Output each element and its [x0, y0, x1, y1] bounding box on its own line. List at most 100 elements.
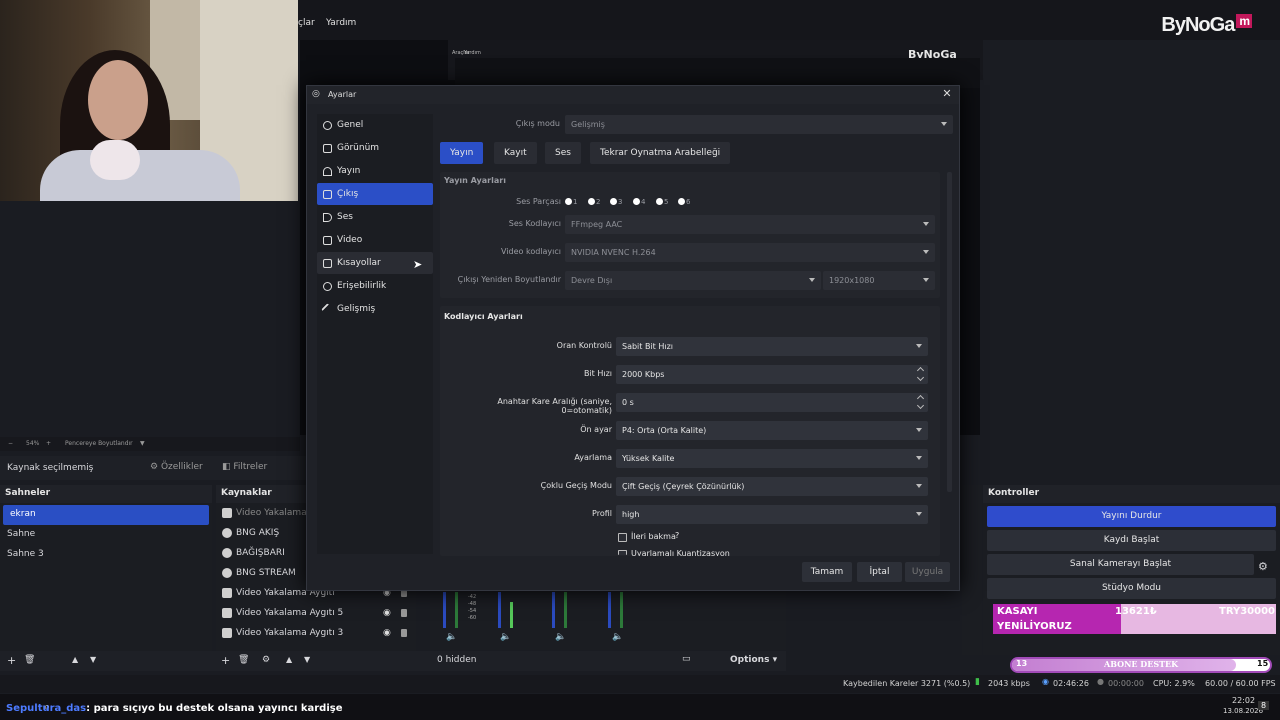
- chevron-down-icon[interactable]: ▼: [140, 440, 145, 447]
- ok-button[interactable]: Tamam: [802, 562, 852, 582]
- scene-item[interactable]: Sahne 3: [0, 545, 212, 565]
- profile-select[interactable]: high: [616, 505, 928, 524]
- rate-control-label: Oran Kontrolü: [556, 341, 612, 350]
- tab-audio[interactable]: Ses: [545, 142, 581, 164]
- close-icon[interactable]: ✕: [939, 87, 955, 103]
- menu-tools[interactable]: çlar: [298, 18, 315, 28]
- speaker-icon[interactable]: 🔈: [612, 632, 623, 642]
- down-icon[interactable]: ▼: [304, 655, 310, 664]
- source-item[interactable]: Video Yakalama Aygıtı 3 ◉: [216, 624, 416, 644]
- eye-icon[interactable]: ◉: [383, 628, 391, 638]
- aq-label: Uyarlamalı Kuantizasyon: [631, 549, 730, 556]
- down-icon[interactable]: ▼: [90, 655, 96, 664]
- nav-video[interactable]: Video: [317, 229, 433, 251]
- apply-button[interactable]: Uygula: [905, 562, 950, 582]
- menu-help[interactable]: Yardım: [326, 18, 356, 28]
- rescale-resolution-value: 1920x1080: [829, 276, 875, 285]
- lock-icon[interactable]: [401, 629, 407, 637]
- nav-output[interactable]: Çıkış: [317, 183, 433, 205]
- panel-footer: + 🗑 ▲ ▼ + 🗑 ⚙ ▲ ▼: [0, 651, 430, 671]
- filters-button[interactable]: ◧ Filtreler: [222, 462, 267, 472]
- layout-icon[interactable]: ▭: [682, 654, 691, 664]
- scene-item[interactable]: ekran: [3, 505, 209, 525]
- logo-mark: m: [1236, 14, 1252, 28]
- add-icon[interactable]: +: [221, 654, 230, 667]
- bitrate-spinbox[interactable]: 2000 Kbps: [616, 365, 928, 384]
- gear-icon[interactable]: ⚙: [262, 655, 270, 665]
- speaker-icon[interactable]: 🔈: [555, 632, 566, 642]
- options-button[interactable]: Options ▾: [730, 655, 777, 665]
- zoom-out-icon[interactable]: −: [8, 440, 13, 447]
- monitor-icon: [323, 236, 332, 245]
- audio-encoder-value: FFmpeg AAC: [571, 220, 623, 229]
- audio-encoder-select[interactable]: FFmpeg AAC: [565, 215, 935, 234]
- multipass-select[interactable]: Çift Geçiş (Çeyrek Çözünürlük): [616, 477, 928, 496]
- up-icon[interactable]: ▲: [72, 655, 78, 664]
- output-mode-select[interactable]: Gelişmiş: [565, 115, 953, 134]
- nav-general[interactable]: Genel: [317, 114, 433, 136]
- tuning-select[interactable]: Yüksek Kalite: [616, 449, 928, 468]
- up-icon[interactable]: ▲: [286, 655, 292, 664]
- chevron-down-icon: [916, 512, 922, 516]
- scene-item[interactable]: Sahne: [0, 525, 212, 545]
- lookahead-checkbox[interactable]: [618, 533, 627, 542]
- track-radio[interactable]: 2: [588, 198, 600, 206]
- stop-stream-button[interactable]: Yayını Durdur: [987, 506, 1276, 527]
- source-item[interactable]: Video Yakalama Aygıtı 5 ◉: [216, 604, 416, 624]
- nav-accessibility[interactable]: Erişebilirlik: [317, 275, 433, 297]
- source-label: Video Yakalama Aygıtı 5: [236, 608, 344, 618]
- properties-button[interactable]: ⚙ Özellikler: [150, 462, 203, 472]
- nav-audio[interactable]: Ses: [317, 206, 433, 228]
- notification-badge[interactable]: 8: [1258, 701, 1270, 710]
- track-radio[interactable]: 6: [678, 198, 690, 206]
- track-radio[interactable]: 4: [633, 198, 645, 206]
- speaker-icon[interactable]: 🔈: [500, 632, 511, 642]
- scrollbar[interactable]: [947, 172, 952, 492]
- rescale-select[interactable]: Devre Dışı: [565, 271, 821, 290]
- camera-icon: [222, 588, 232, 598]
- track-number: 4: [641, 198, 646, 206]
- nav-advanced[interactable]: Gelişmiş: [317, 298, 433, 320]
- chevron-down-icon[interactable]: [916, 401, 925, 410]
- virtual-camera-button[interactable]: Sanal Kamerayı Başlat: [987, 554, 1254, 575]
- tab-recording[interactable]: Kayıt: [494, 142, 537, 164]
- zoom-in-icon[interactable]: +: [46, 440, 51, 447]
- source-toolbar: Kaynak seçilmemiş ⚙ Özellikler ◧ Filtrel…: [0, 456, 310, 480]
- eye-icon[interactable]: ◉: [383, 608, 391, 618]
- studio-mode-button[interactable]: Stüdyo Modu: [987, 578, 1276, 599]
- track-radio[interactable]: 5: [656, 198, 668, 206]
- track-number: 1: [573, 198, 578, 206]
- camera-icon: [222, 628, 232, 638]
- gear-icon[interactable]: ⚙: [1258, 560, 1268, 573]
- meter-scale: -42 -48 -54 -60: [468, 594, 477, 621]
- help-icon[interactable]: ?: [675, 531, 679, 540]
- nav-appearance[interactable]: Görünüm: [317, 137, 433, 159]
- start-record-button[interactable]: Kaydı Başlat: [987, 530, 1276, 551]
- rate-control-select[interactable]: Sabit Bit Hızı: [616, 337, 928, 356]
- add-icon[interactable]: +: [7, 654, 16, 667]
- kasa-goal: TRY30000: [1219, 606, 1276, 617]
- cancel-button[interactable]: İptal: [857, 562, 902, 582]
- chevron-down-icon[interactable]: [916, 373, 925, 382]
- volume-meter: [455, 592, 458, 628]
- aq-checkbox[interactable]: [618, 550, 627, 555]
- track-radio[interactable]: 3: [610, 198, 622, 206]
- keyframe-spinbox[interactable]: 0 s: [616, 393, 928, 412]
- trash-icon[interactable]: 🗑: [238, 655, 249, 665]
- lock-icon[interactable]: [401, 609, 407, 617]
- sub-goal-right: 15: [1257, 659, 1269, 668]
- rescale-resolution-select[interactable]: 1920x1080: [823, 271, 935, 290]
- tab-replay-buffer[interactable]: Tekrar Oynatma Arabelleği: [590, 142, 731, 164]
- video-encoder-select[interactable]: NVIDIA NVENC H.264: [565, 243, 935, 262]
- nav-stream[interactable]: Yayın: [317, 160, 433, 182]
- preset-select[interactable]: P4: Orta (Orta Kalite): [616, 421, 928, 440]
- track-radio[interactable]: 1: [565, 198, 577, 206]
- fit-label[interactable]: Pencereye Boyutlandır: [65, 440, 133, 447]
- tab-stream[interactable]: Yayın: [440, 142, 484, 164]
- profile-label: Profil: [592, 509, 612, 518]
- sub-goal-left: 13: [1016, 659, 1028, 668]
- nav-label: Gelişmiş: [337, 304, 376, 314]
- trash-icon[interactable]: 🗑: [24, 655, 35, 665]
- speaker-icon[interactable]: 🔈: [446, 632, 457, 642]
- chevron-down-icon: [916, 344, 922, 348]
